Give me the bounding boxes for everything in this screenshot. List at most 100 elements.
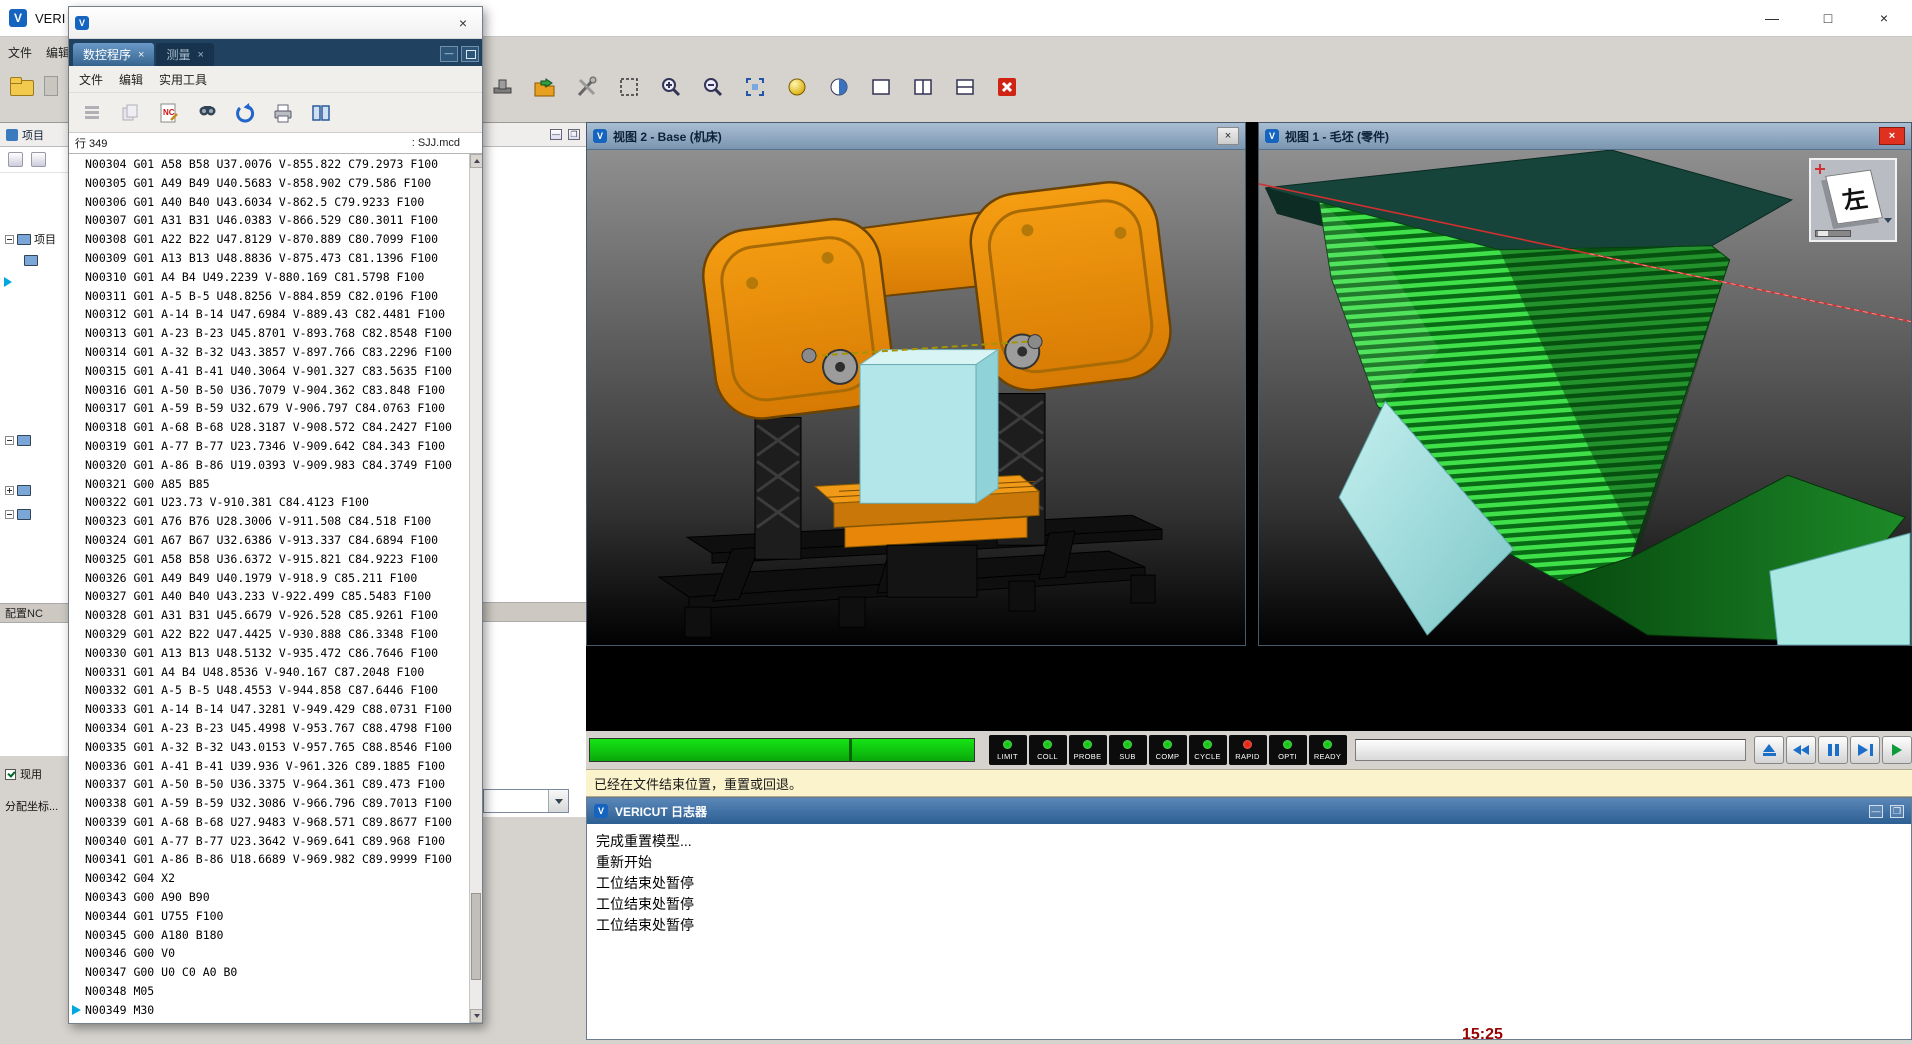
zoom-in-icon[interactable] [656, 72, 686, 102]
nc-menu-file[interactable]: 文件 [79, 71, 103, 88]
gcode-line[interactable]: N00320 G01 A-86 B-86 U19.0393 V-909.983 … [69, 456, 469, 475]
gcode-line[interactable]: N00318 G01 A-68 B-68 U28.3187 V-908.572 … [69, 418, 469, 437]
view-1-canvas[interactable]: 左 [1259, 150, 1911, 645]
single-view-layout-icon[interactable] [866, 72, 896, 102]
nc-window-titlebar[interactable]: V × [69, 7, 482, 39]
gcode-line[interactable]: N00336 G01 A-41 B-41 U39.936 V-961.326 C… [69, 757, 469, 776]
tree-node-1[interactable] [5, 435, 31, 446]
gcode-line[interactable]: N00307 G01 A31 B31 U46.0383 V-866.529 C8… [69, 211, 469, 230]
toolbar-icon-partial[interactable] [44, 76, 58, 96]
line-indicator[interactable]: 行 349 [75, 135, 107, 151]
nc-code-area[interactable]: N00304 G01 A58 B58 U37.0076 V-855.822 C7… [69, 154, 482, 1023]
orientation-dropdown-icon[interactable] [1884, 223, 1892, 237]
export-model-icon[interactable] [530, 72, 560, 102]
reload-lines-icon[interactable] [79, 99, 106, 126]
gcode-line[interactable]: N00327 G01 A40 B40 U43.233 V-922.499 C85… [69, 587, 469, 606]
rewind-button[interactable] [1786, 736, 1816, 764]
gcode-line[interactable]: N00339 G01 A-68 B-68 U27.9483 V-968.571 … [69, 813, 469, 832]
view-1-titlebar[interactable]: V 视图 1 - 毛坯 (零件) × [1259, 123, 1911, 150]
vertical-scrollbar[interactable] [469, 154, 482, 1023]
tab-panel-float-icon[interactable] [461, 46, 479, 62]
menu-file[interactable]: 文件 [8, 44, 32, 61]
split-view-horizontal-icon[interactable] [950, 72, 980, 102]
split-view-vertical-icon[interactable] [908, 72, 938, 102]
gcode-line[interactable]: N00330 G01 A13 B13 U48.5132 V-935.472 C8… [69, 644, 469, 663]
gcode-line[interactable]: N00349 M30 [69, 1001, 469, 1020]
gcode-line[interactable]: N00314 G01 A-32 B-32 U43.3857 V-897.766 … [69, 343, 469, 362]
select-region-icon[interactable] [614, 72, 644, 102]
gcode-line[interactable]: N00309 G01 A13 B13 U48.8836 V-875.473 C8… [69, 249, 469, 268]
print-icon[interactable] [269, 99, 296, 126]
gcode-line[interactable]: N00315 G01 A-41 B-41 U40.3064 V-901.327 … [69, 362, 469, 381]
nc-window-close-button[interactable]: × [450, 12, 476, 34]
gcode-line[interactable]: N00325 G01 A58 B58 U36.6372 V-915.821 C8… [69, 550, 469, 569]
nc-menu-utilities[interactable]: 实用工具 [159, 71, 207, 88]
gcode-line[interactable]: N00329 G01 A22 B22 U47.4425 V-930.888 C8… [69, 625, 469, 644]
tab-nc-program[interactable]: 数控程序 × [73, 43, 154, 66]
gcode-line[interactable]: N00306 G01 A40 B40 U43.6034 V-862.5 C79.… [69, 193, 469, 212]
gcode-line[interactable]: N00321 G00 A85 B85 [69, 475, 469, 494]
tree-node-machine[interactable] [24, 255, 38, 266]
gcode-line[interactable]: N00335 G01 A-32 B-32 U43.0153 V-957.765 … [69, 738, 469, 757]
coords-dropdown[interactable] [483, 789, 569, 813]
gcode-line[interactable]: N00322 G01 U23.73 V-910.381 C84.4123 F10… [69, 493, 469, 512]
single-step-button[interactable] [1850, 736, 1880, 764]
open-project-icon[interactable] [10, 76, 34, 96]
panel-minimize-icon[interactable]: — [550, 129, 562, 140]
copy-icon[interactable] [117, 99, 144, 126]
tab-measure[interactable]: 测量 × [156, 43, 213, 66]
gcode-line[interactable]: N00324 G01 A67 B67 U32.6386 V-913.337 C8… [69, 531, 469, 550]
play-button[interactable] [1882, 736, 1912, 764]
gcode-line[interactable]: N00346 G00 V0 [69, 944, 469, 963]
tree-node-3[interactable] [5, 509, 31, 520]
tab-close-icon[interactable]: × [197, 49, 203, 61]
undo-icon[interactable] [231, 99, 258, 126]
gcode-line[interactable]: N00319 G01 A-77 B-77 U23.7346 V-909.642 … [69, 437, 469, 456]
menu-edit[interactable]: 编辑 [46, 44, 70, 61]
active-checkbox[interactable] [5, 769, 16, 780]
zoom-out-icon[interactable] [698, 72, 728, 102]
view-2-canvas[interactable] [587, 150, 1245, 645]
gcode-line[interactable]: N00331 G01 A4 B4 U48.8536 V-940.167 C87.… [69, 663, 469, 682]
columns-icon[interactable] [307, 99, 334, 126]
gcode-line[interactable]: N00334 G01 A-23 B-23 U45.4998 V-953.767 … [69, 719, 469, 738]
pause-button[interactable] [1818, 736, 1848, 764]
view-orientation-cube[interactable]: 左 [1809, 158, 1897, 242]
fit-view-icon[interactable] [740, 72, 770, 102]
status-indicator[interactable]: COLL [1029, 735, 1067, 765]
scrollbar-thumb[interactable] [471, 893, 481, 980]
status-indicator[interactable]: SUB [1109, 735, 1147, 765]
orientation-cube-face[interactable]: 左 [1825, 170, 1883, 225]
gcode-line[interactable]: N00328 G01 A31 B31 U45.6679 V-926.528 C8… [69, 606, 469, 625]
gcode-line[interactable]: N00304 G01 A58 B58 U37.0076 V-855.822 C7… [69, 155, 469, 174]
gcode-line[interactable]: N00311 G01 A-5 B-5 U48.8256 V-884.859 C8… [69, 287, 469, 306]
gcode-line[interactable]: N00345 G00 A180 B180 [69, 926, 469, 945]
fixture-setup-icon[interactable] [488, 72, 518, 102]
nc-menu-edit[interactable]: 编辑 [119, 71, 143, 88]
status-indicator[interactable]: CYCLE [1189, 735, 1227, 765]
logger-minimize-icon[interactable]: — [1869, 805, 1883, 818]
view-orientation-icon[interactable] [824, 72, 854, 102]
tree-node-2[interactable] [5, 485, 31, 496]
gcode-line[interactable]: N00340 G01 A-77 B-77 U23.3642 V-969.641 … [69, 832, 469, 851]
expand-icon[interactable] [5, 486, 14, 495]
active-checkbox-row[interactable]: 现用 [0, 766, 68, 782]
tree-tool-icon-2[interactable] [31, 152, 46, 167]
reset-eject-button[interactable] [1754, 736, 1784, 764]
gcode-line[interactable]: N00310 G01 A4 B4 U49.2239 V-880.169 C81.… [69, 268, 469, 287]
view-2-close-button[interactable]: × [1217, 127, 1239, 145]
panel-float-icon[interactable]: ❐ [568, 129, 580, 140]
gcode-line[interactable]: N00323 G01 A76 B76 U28.3006 V-911.508 C8… [69, 512, 469, 531]
gcode-line[interactable]: N00344 G01 U755 F100 [69, 907, 469, 926]
scroll-up-icon[interactable] [470, 154, 482, 168]
tree-tool-icon-1[interactable] [8, 152, 23, 167]
status-indicator[interactable]: OPTI [1269, 735, 1307, 765]
gcode-line[interactable]: N00342 G04 X2 [69, 869, 469, 888]
gcode-line[interactable]: N00337 G01 A-50 B-50 U36.3375 V-964.361 … [69, 775, 469, 794]
collapse-icon[interactable] [5, 436, 14, 445]
configure-nc-section-header[interactable]: 配置NC [0, 603, 68, 623]
gcode-line[interactable]: N00338 G01 A-59 B-59 U32.3086 V-966.796 … [69, 794, 469, 813]
tab-close-icon[interactable]: × [138, 49, 144, 61]
close-view-red-icon[interactable] [992, 72, 1022, 102]
status-indicator[interactable]: PROBE [1069, 735, 1107, 765]
